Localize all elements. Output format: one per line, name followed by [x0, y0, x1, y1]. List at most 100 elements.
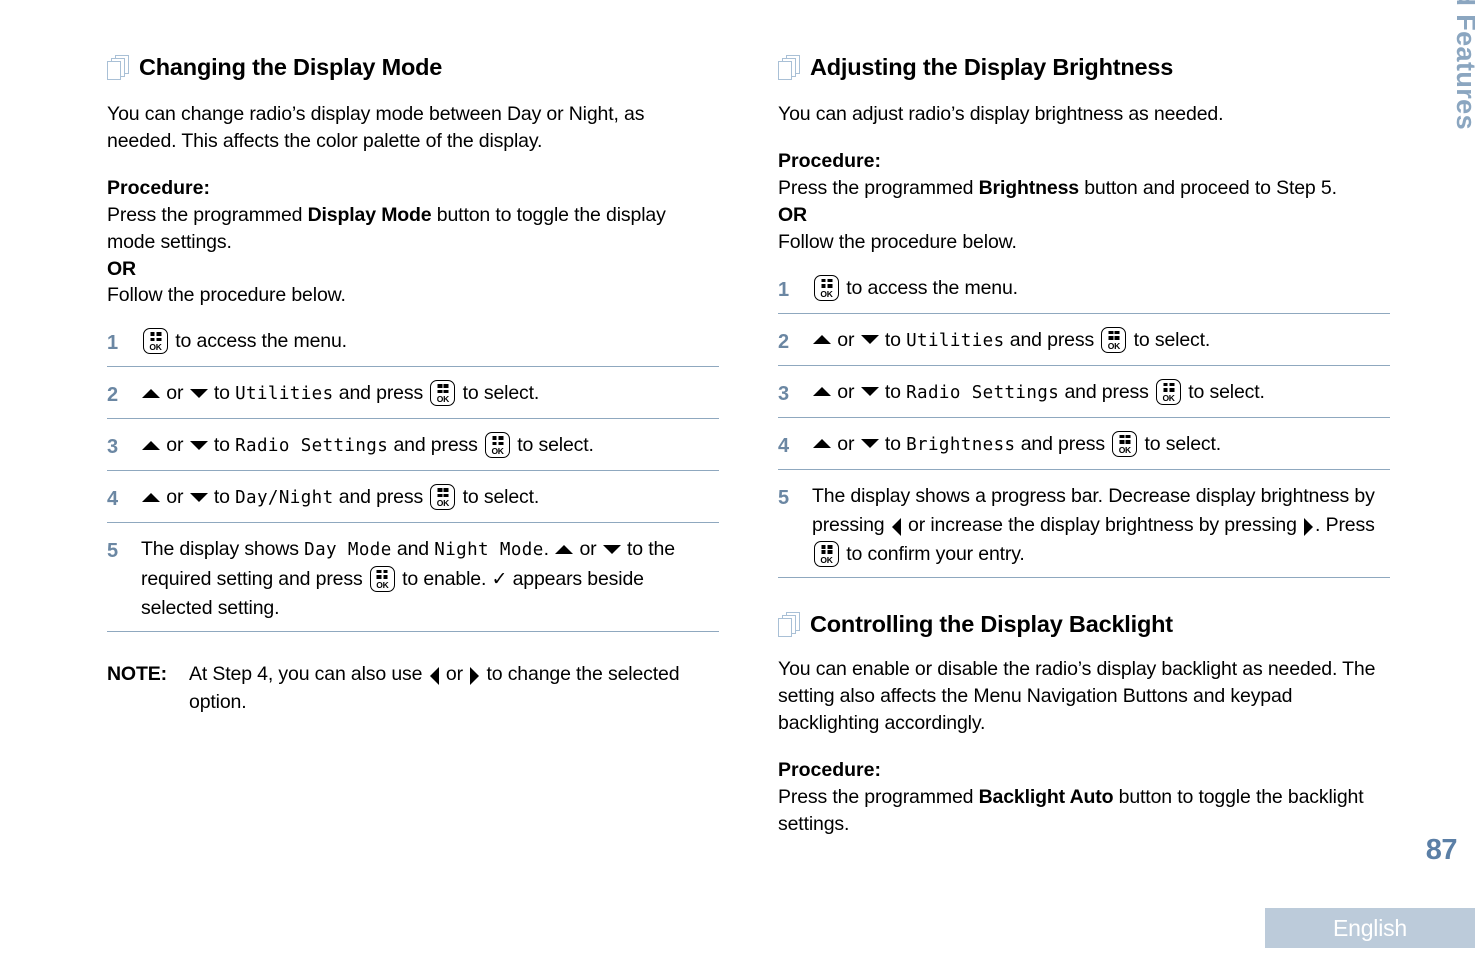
step-text: or to Radio Settings and press OK to sel…	[141, 431, 719, 460]
menu-item-name: Day/Night	[235, 488, 334, 509]
procedure-text-post: button and proceed to Step 5.	[1078, 176, 1337, 199]
arrow-up-icon	[142, 492, 160, 502]
arrow-down-icon	[860, 438, 879, 448]
step-text-d: or	[574, 538, 602, 561]
step-text-post: and press	[1015, 432, 1111, 455]
arrow-up-icon	[142, 440, 160, 450]
ok-menu-key-icon: OK	[814, 274, 839, 301]
step-item: 5 The display shows Day Mode and Night M…	[107, 535, 719, 633]
ok-menu-key-icon: OK	[143, 328, 168, 355]
ok-menu-key-icon: OK	[1112, 430, 1138, 457]
arrow-up-icon	[813, 438, 831, 448]
brightness-button-name: Brightness	[978, 176, 1080, 199]
chapter-title-vertical: Advanced Features	[1451, 0, 1475, 130]
arrow-up-icon	[813, 386, 831, 396]
step-number: 4	[778, 434, 790, 457]
step-text-mid: to	[879, 328, 907, 351]
menu-item-name: Night Mode	[434, 540, 544, 561]
backlight-procedure-label: Procedure:	[778, 759, 881, 781]
ok-menu-key-icon: OK	[430, 380, 456, 407]
step-number: 3	[107, 436, 119, 459]
arrow-right-icon	[1304, 517, 1314, 536]
arrow-down-icon	[860, 334, 879, 344]
step-number: 1	[778, 278, 790, 301]
step-item: 2 or to Utilities and press OK to select…	[778, 326, 1390, 366]
step-text-tail: to access the menu.	[841, 276, 1018, 299]
step-text-f: to enable.	[396, 567, 492, 590]
menu-item-name: Day Mode	[304, 540, 392, 561]
procedure-text-pre: Press the programmed	[778, 176, 979, 199]
step-number: 4	[107, 488, 119, 511]
step-item: 1 OK to access the menu.	[778, 274, 1390, 314]
step-text-mid: to	[208, 486, 236, 509]
step-text: or to Brightness and press OK to select.	[812, 430, 1390, 459]
step-text-tail: to select.	[1139, 432, 1222, 455]
display-mode-procedure-label: Procedure:	[107, 176, 210, 199]
step-text: or to Utilities and press OK to select.	[812, 326, 1390, 355]
arrow-left-icon	[429, 666, 439, 685]
arrow-down-icon	[189, 388, 208, 398]
step-text: or to Day/Night and press OK to select.	[141, 483, 719, 512]
display-mode-procedure-body: Press the programmed Display Mode button…	[107, 202, 719, 310]
note-label: NOTE:	[107, 663, 167, 686]
ok-menu-key-icon: OK	[1156, 378, 1182, 405]
step-item: 3 or to Radio Settings and press OK to s…	[107, 431, 719, 472]
section-title-backlight: Controlling the Display Backlight	[810, 611, 1173, 638]
display-mode-button-name: Display Mode	[307, 203, 432, 226]
brightness-procedure-body: Press the programmed Brightness button a…	[778, 175, 1390, 256]
step-number: 5	[778, 486, 790, 509]
step-text-d: to confirm your entry.	[841, 543, 1025, 566]
step-text-tail: to select.	[512, 434, 594, 457]
step-text-pre: or	[161, 382, 189, 405]
or-label: OR	[107, 257, 136, 280]
step-text: OK to access the menu.	[141, 327, 719, 356]
step-number: 2	[107, 384, 119, 407]
step-text: or to Radio Settings and press OK to sel…	[812, 378, 1390, 407]
step-item: 5 The display shows a progress bar. Decr…	[778, 482, 1390, 579]
step-text-post: and press	[333, 486, 429, 509]
right-column: Adjusting the Display Brightness You can…	[778, 54, 1390, 856]
page-title: Changing the Display Mode	[139, 54, 443, 81]
step-text-post: and press	[333, 382, 429, 405]
step-text-post: and press	[388, 434, 484, 457]
ok-menu-key-icon: OK	[1101, 326, 1127, 353]
step-text-tail: to access the menu.	[170, 330, 347, 353]
step-text-tail: to select.	[457, 486, 540, 509]
procedure-text-pre: Press the programmed	[107, 203, 308, 226]
arrow-down-icon	[189, 492, 208, 502]
arrow-right-icon	[470, 666, 480, 685]
language-tab: English	[1265, 908, 1475, 948]
step-text: The display shows a progress bar. Decrea…	[812, 482, 1390, 570]
step-text-pre: or	[832, 328, 860, 351]
step-text-tail: to select.	[1128, 328, 1211, 351]
section-title-brightness: Adjusting the Display Brightness	[810, 54, 1174, 81]
step-item: 1 OK to access the menu.	[107, 327, 719, 368]
manual-page: Changing the Display Mode You can change…	[0, 0, 1475, 954]
step-text-post: and press	[1059, 380, 1155, 403]
step-text-pre: or	[832, 432, 860, 455]
display-mode-steps: 1 OK to access the menu. 2 or to Utiliti…	[107, 327, 719, 633]
step-number: 1	[107, 332, 119, 355]
note-text-b: or	[440, 663, 469, 686]
menu-item-name: Radio Settings	[906, 382, 1060, 403]
step-text-a: The display shows	[141, 538, 305, 561]
backlight-procedure-body: Press the programmed Backlight Auto butt…	[778, 784, 1390, 838]
note-text-a: At Step 4, you can also use	[189, 663, 428, 686]
step-number: 3	[778, 382, 790, 405]
menu-item-name: Utilities	[235, 384, 334, 405]
backlight-auto-button-name: Backlight Auto	[978, 785, 1114, 808]
step-item: 3 or to Radio Settings and press OK to s…	[778, 378, 1390, 418]
step-text-mid: to	[879, 380, 907, 403]
step-item: 2 or to Utilities and press OK to select…	[107, 379, 719, 420]
section-heading-backlight: Controlling the Display Backlight	[778, 612, 1390, 638]
step-item: 4 or to Day/Night and press OK to select…	[107, 483, 719, 524]
or-label: OR	[778, 203, 807, 226]
step-text-b: and	[391, 538, 435, 561]
step-text-mid: to	[879, 432, 907, 455]
menu-item-name: Radio Settings	[235, 436, 389, 457]
stacked-pages-icon	[778, 55, 800, 81]
arrow-up-icon	[813, 334, 831, 344]
step-text: The display shows Day Mode and Night Mod…	[141, 535, 719, 623]
step-text-c: . Press	[1315, 513, 1375, 536]
section-heading-brightness: Adjusting the Display Brightness	[778, 54, 1390, 81]
